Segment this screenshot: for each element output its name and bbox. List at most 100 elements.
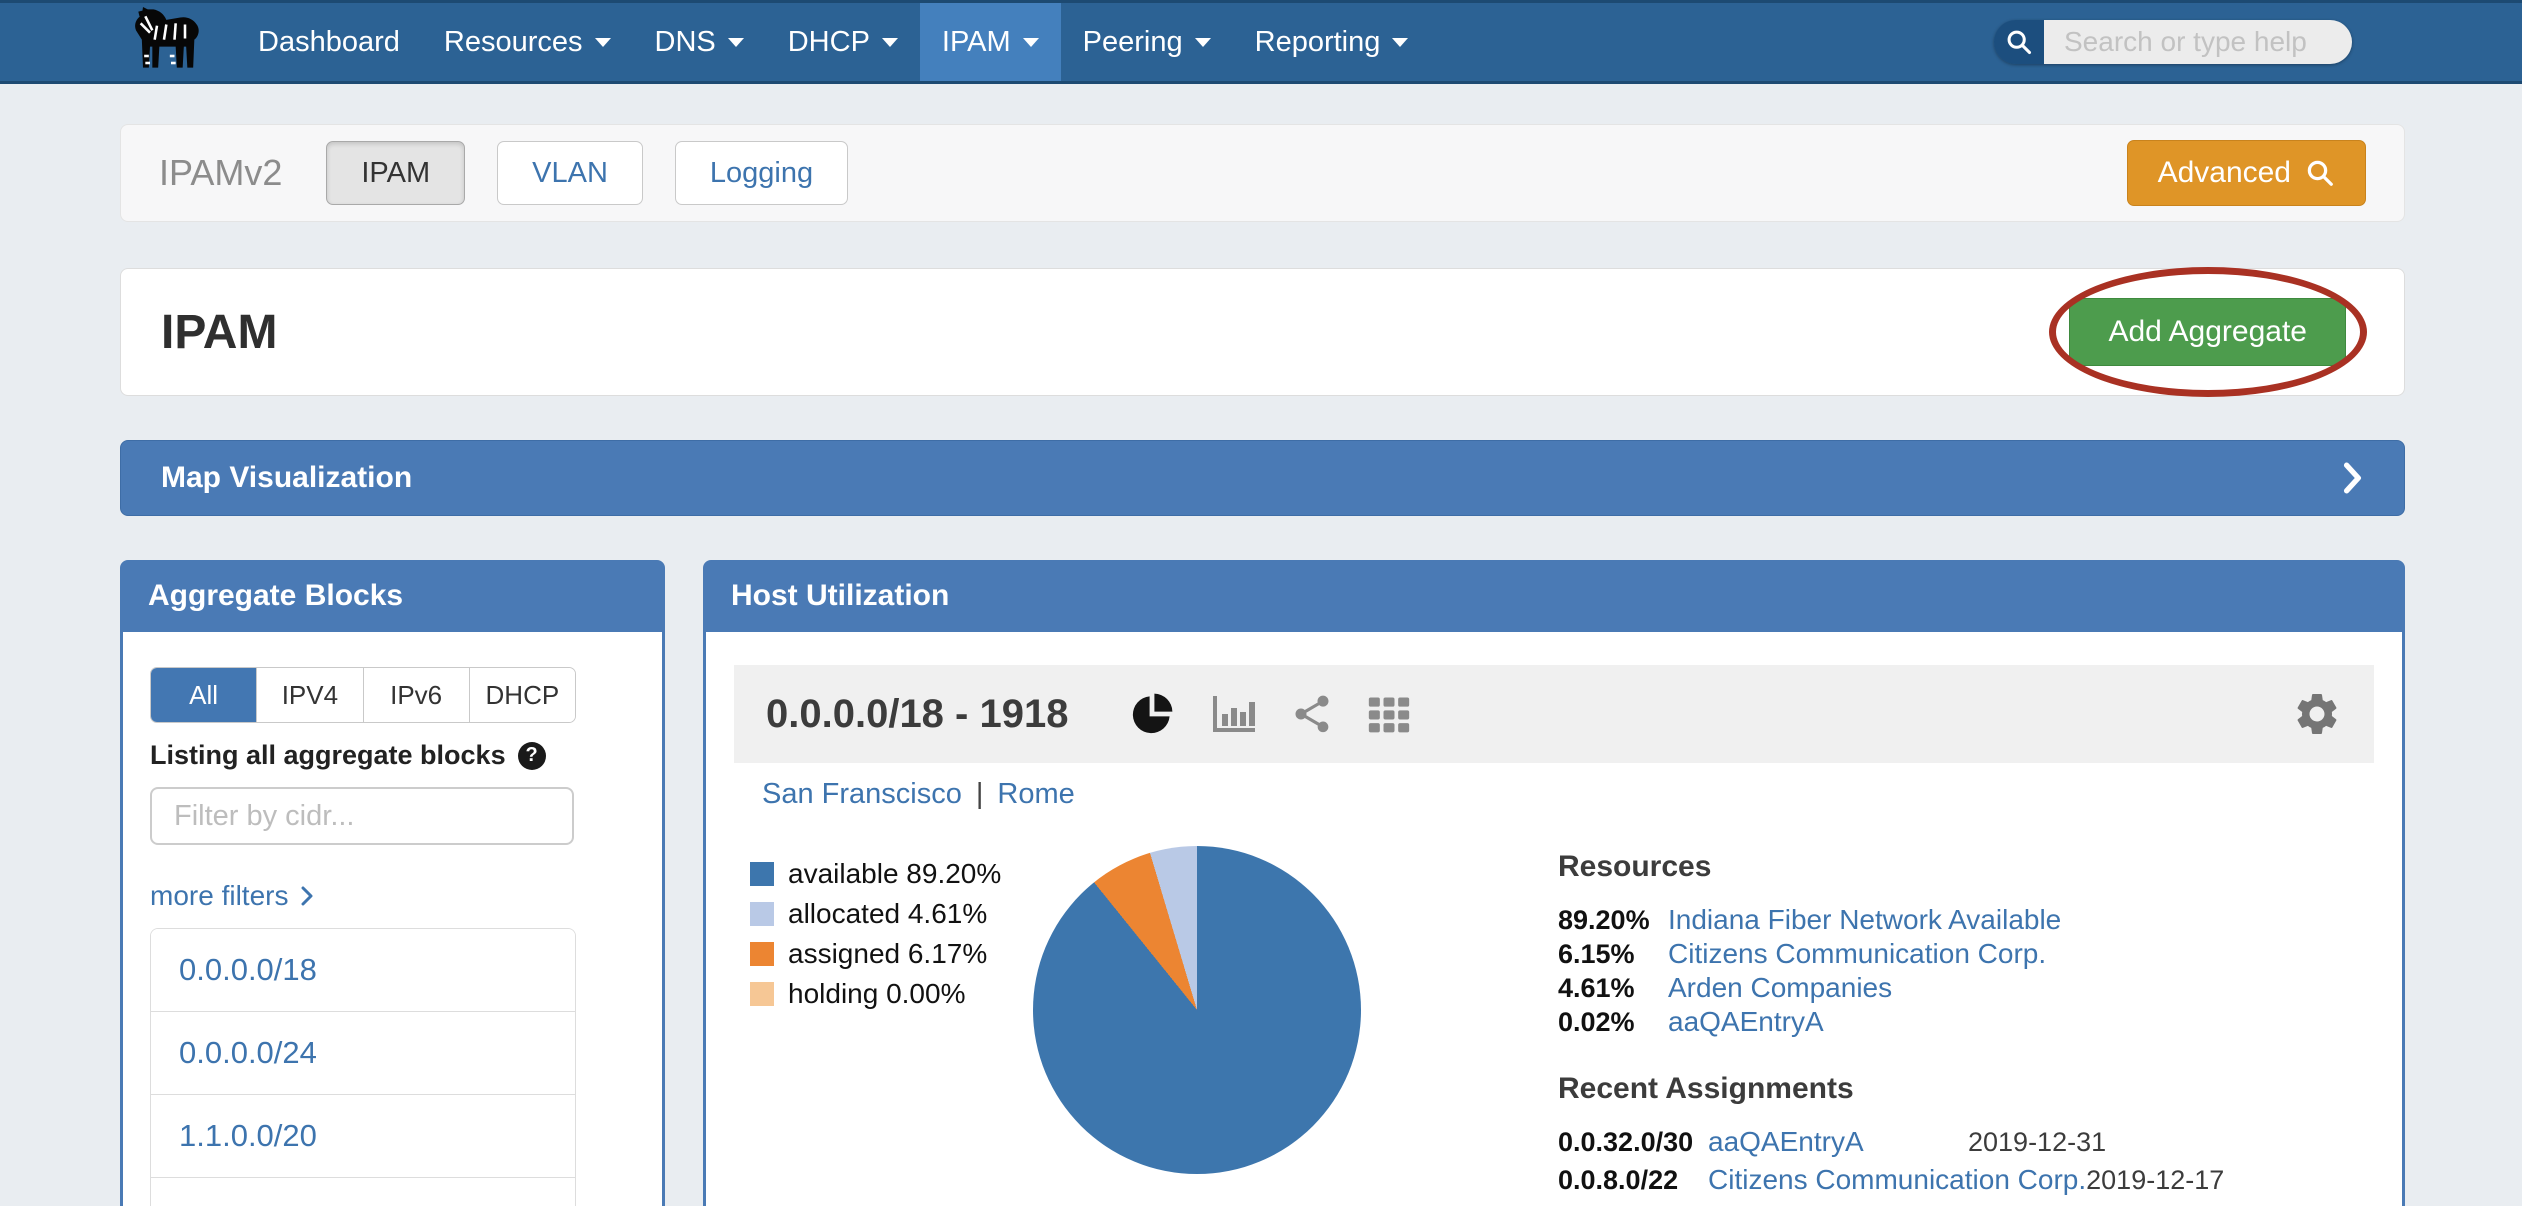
nav-item-resources[interactable]: Resources: [422, 3, 633, 81]
resource-link[interactable]: Citizens Communication Corp.: [1668, 938, 2046, 970]
recent-assignment-row: 0.0.8.0/22 Citizens Communication Corp. …: [1558, 1164, 2118, 1202]
tab-ipam[interactable]: IPAM: [326, 141, 465, 205]
add-aggregate-button[interactable]: Add Aggregate: [2069, 298, 2346, 366]
tab-vlan[interactable]: VLAN: [497, 141, 643, 205]
block-list-item[interactable]: 0.0.0.0/18: [151, 929, 575, 1011]
screen: Dashboard Resources DNS DHCP IPAM Peerin…: [0, 0, 2522, 1206]
block-cidr-link: 1.1.1.0/24: [179, 1201, 317, 1206]
utilization-subheader: 0.0.0.0/18 - 1918: [734, 665, 2374, 763]
tab-logging[interactable]: Logging: [675, 141, 848, 205]
segment-label: All: [189, 680, 218, 711]
search-button[interactable]: [1994, 20, 2044, 64]
nav-item-dns[interactable]: DNS: [633, 3, 766, 81]
pie-legend: available 89.20% allocated 4.61% assigne…: [750, 854, 1001, 1014]
nav-item-peering[interactable]: Peering: [1061, 3, 1233, 81]
legend-item: holding 0.00%: [750, 974, 1001, 1014]
zebra-logo[interactable]: [0, 3, 236, 81]
location-link-rome[interactable]: Rome: [997, 778, 1074, 811]
block-list-item[interactable]: 1.1.0.0/20: [151, 1094, 575, 1177]
location-separator: |: [976, 778, 984, 811]
nav-item-label: IPAM: [942, 26, 1011, 59]
advanced-label: Advanced: [2158, 156, 2291, 190]
nav-item-ipam[interactable]: IPAM: [920, 3, 1061, 81]
search-input[interactable]: [2044, 20, 2352, 64]
nav-item-label: DNS: [655, 26, 716, 59]
legend-swatch-available: [750, 862, 774, 886]
assignment-link[interactable]: Citizens Communication Corp.: [1708, 1164, 2086, 1196]
resource-link[interactable]: aaQAEntryA: [1668, 1006, 1824, 1038]
more-filters-link[interactable]: more filters: [150, 880, 314, 912]
resource-pct: 0.02%: [1558, 1007, 1668, 1038]
chevron-down-icon: [595, 38, 611, 47]
chevron-down-icon: [1023, 38, 1039, 47]
location-link-san-francisco[interactable]: San Franscisco: [762, 778, 962, 811]
resources-title: Resources: [1558, 850, 2118, 884]
block-type-filter: All IPV4 IPv6 DHCP: [150, 667, 576, 723]
aggregate-block-list: 0.0.0.0/18 0.0.0.0/24 1.1.0.0/20 1.1.1.0…: [150, 928, 576, 1206]
toolbar-title: IPAMv2: [159, 152, 282, 194]
advanced-search-button[interactable]: Advanced: [2127, 140, 2366, 206]
filter-all[interactable]: All: [151, 668, 256, 722]
nav-item-reporting[interactable]: Reporting: [1233, 3, 1431, 81]
host-utilization-header: Host Utilization: [703, 560, 2405, 632]
filter-ipv6[interactable]: IPv6: [363, 668, 469, 722]
host-utilization-title: Host Utilization: [731, 579, 949, 613]
view-switcher: [1128, 690, 1412, 738]
host-utilization-panel: Host Utilization 0.0.0.0/18 - 1918: [703, 560, 2405, 1206]
share-view-button[interactable]: [1290, 692, 1334, 736]
block-list-item[interactable]: 1.1.1.0/24: [151, 1177, 575, 1206]
search-icon: [2305, 158, 2335, 188]
nav-item-dhcp[interactable]: DHCP: [766, 3, 920, 81]
assignment-link[interactable]: aaQAEntryA: [1708, 1126, 1968, 1158]
block-title: 0.0.0.0/18 - 1918: [766, 692, 1068, 737]
legend-label: holding 0.00%: [788, 978, 965, 1010]
resource-row: 6.15% Citizens Communication Corp.: [1558, 938, 2118, 972]
assignment-date: 2019-12-17: [2086, 1165, 2236, 1196]
resource-pct: 4.61%: [1558, 973, 1668, 1004]
more-filters-label: more filters: [150, 880, 288, 912]
block-cidr-link: 0.0.0.0/18: [179, 952, 317, 988]
filter-dhcp[interactable]: DHCP: [469, 668, 575, 722]
block-list-item[interactable]: 0.0.0.0/24: [151, 1011, 575, 1094]
assignment-date: 2019-12-31: [1968, 1127, 2118, 1158]
aggregate-blocks-header: Aggregate Blocks: [120, 560, 665, 632]
listing-label: Listing all aggregate blocks ?: [150, 740, 546, 771]
utilization-pie: [1033, 846, 1361, 1174]
legend-item: assigned 6.17%: [750, 934, 1001, 974]
resource-row: 0.02% aaQAEntryA: [1558, 1006, 2118, 1040]
search-icon: [2005, 28, 2033, 56]
aggregate-blocks-panel: Aggregate Blocks All IPV4 IPv6 DHCP List…: [120, 560, 665, 1206]
nav-item-dashboard[interactable]: Dashboard: [236, 3, 422, 81]
legend-item: allocated 4.61%: [750, 894, 1001, 934]
bar-chart-view-button[interactable]: [1208, 690, 1258, 738]
chevron-right-icon: [2342, 462, 2364, 494]
map-visualization-bar[interactable]: Map Visualization: [120, 440, 2405, 516]
recent-assignments-title: Recent Assignments: [1558, 1072, 2118, 1106]
pie-chart-view-button[interactable]: [1128, 690, 1176, 738]
gear-icon: [2292, 689, 2342, 739]
resource-link[interactable]: Indiana Fiber Network Available: [1668, 904, 2061, 936]
filter-ipv4[interactable]: IPV4: [256, 668, 362, 722]
page-title: IPAM: [161, 305, 277, 360]
nav-item-label: DHCP: [788, 26, 870, 59]
legend-swatch-allocated: [750, 902, 774, 926]
listing-label-text: Listing all aggregate blocks: [150, 740, 506, 771]
pie-chart-icon: [1128, 690, 1176, 738]
segment-label: DHCP: [486, 680, 560, 711]
legend-label: available 89.20%: [788, 858, 1001, 890]
legend-label: assigned 6.17%: [788, 938, 987, 970]
resource-pct: 6.15%: [1558, 939, 1668, 970]
resource-link[interactable]: Arden Companies: [1668, 972, 1892, 1004]
help-icon[interactable]: ?: [518, 742, 546, 770]
nav-item-label: Dashboard: [258, 26, 400, 59]
nav-item-label: Peering: [1083, 26, 1183, 59]
cidr-filter-input[interactable]: [150, 787, 574, 845]
bar-chart-icon: [1208, 690, 1258, 738]
settings-button[interactable]: [2292, 689, 2342, 739]
tab-label: VLAN: [532, 157, 608, 190]
location-links: San Franscisco | Rome: [762, 778, 1075, 811]
nav-item-label: Resources: [444, 26, 583, 59]
resource-row: 89.20% Indiana Fiber Network Available: [1558, 904, 2118, 938]
page-header: IPAM Add Aggregate: [120, 268, 2405, 396]
grid-view-button[interactable]: [1366, 692, 1412, 736]
